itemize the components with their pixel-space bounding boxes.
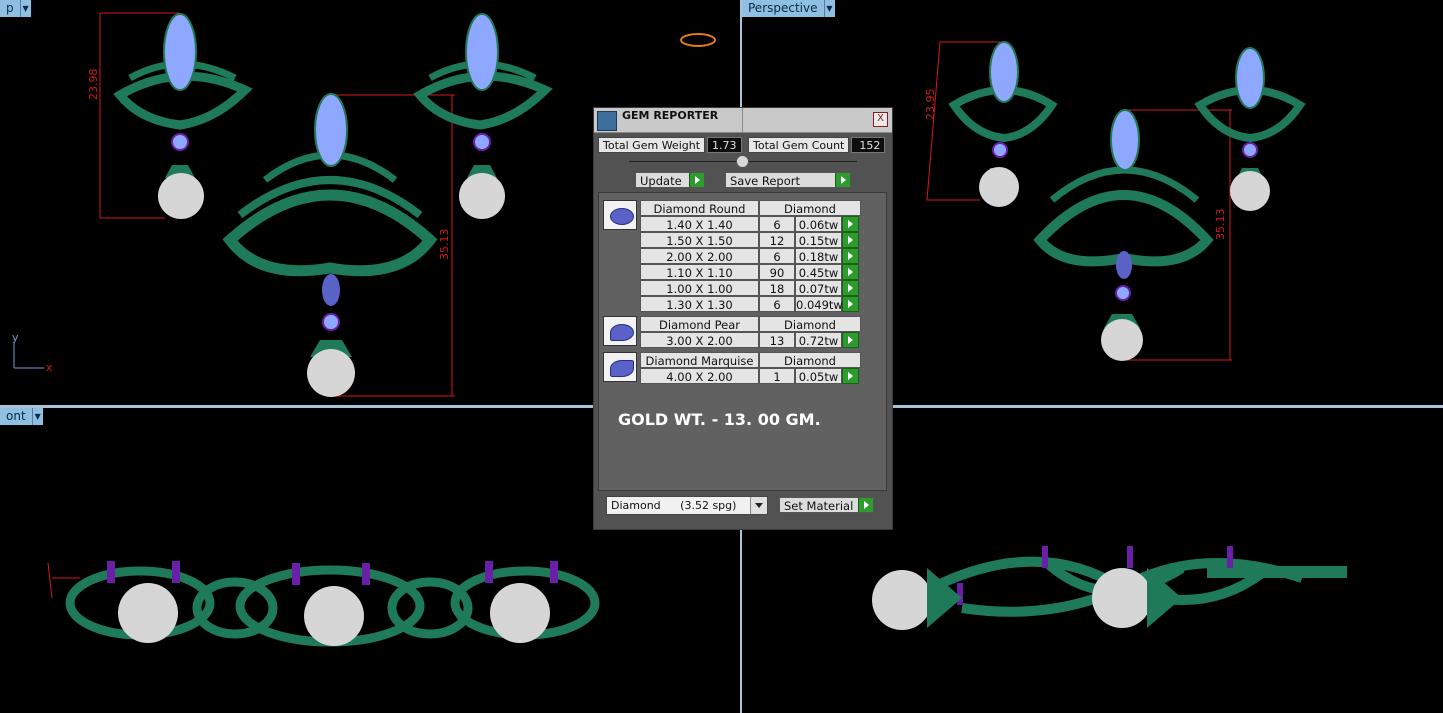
gem-size: 4.00 X 2.00 [640, 368, 759, 384]
play-icon [689, 173, 704, 187]
dim-label-center: 35.13 [438, 229, 451, 261]
chevron-down-icon[interactable] [750, 497, 767, 514]
viewport-label: Perspective [742, 0, 824, 17]
svg-text:23.98: 23.98 [87, 69, 100, 101]
chevron-down-icon[interactable]: ▼ [19, 0, 31, 17]
update-button[interactable]: Update [635, 172, 705, 188]
gem-size: 1.40 X 1.40 [640, 216, 759, 232]
gem-material: Diamond [759, 316, 861, 332]
panel-title: GEM REPORTER [622, 108, 743, 132]
gem-count: 90 [759, 264, 795, 280]
gem-reporter-panel: GEM REPORTER X Total Gem Weight 1.73 Tot… [593, 107, 893, 530]
select-gems-button[interactable] [842, 216, 859, 232]
gem-size: 1.00 X 1.00 [640, 280, 759, 296]
material-name: Diamond [611, 499, 661, 512]
marquise-gem-icon [603, 352, 637, 382]
svg-text:35.13: 35.13 [1214, 209, 1227, 241]
gem-shape-name: Diamond Marquise [640, 352, 759, 368]
set-material-button[interactable]: Set Material [779, 497, 874, 513]
gem-weight: 0.049tw [795, 296, 843, 312]
chevron-down-icon[interactable]: ▼ [823, 0, 835, 17]
gem-row: 1.30 X 1.30 6 0.049tw [640, 296, 859, 312]
total-gem-weight-label: Total Gem Weight [598, 137, 706, 153]
select-gems-button[interactable] [842, 264, 859, 280]
gem-size: 1.50 X 1.50 [640, 232, 759, 248]
gem-reporter-titlebar[interactable]: GEM REPORTER X [594, 108, 892, 133]
gem-material: Diamond [759, 200, 861, 216]
pear-gem-icon [603, 316, 637, 346]
viewport-label: ont [0, 408, 32, 425]
gem-row: 1.10 X 1.10 90 0.45tw [640, 264, 859, 280]
gem-weight: 0.72tw [795, 332, 842, 348]
gem-count: 18 [759, 280, 795, 296]
dim-label-left: 23.95 [924, 89, 937, 121]
gem-weight: 0.07tw [795, 280, 842, 296]
set-material-button-label: Set Material [784, 499, 854, 513]
gem-size: 1.30 X 1.30 [640, 296, 759, 312]
chevron-down-icon[interactable]: ▼ [31, 408, 43, 425]
gem-weight: 0.06tw [795, 216, 842, 232]
dim-label-left: 23.98 [87, 69, 100, 101]
gem-row: 4.00 X 2.00 1 0.05tw [640, 368, 859, 384]
gem-row: 2.00 X 2.00 6 0.18tw [640, 248, 859, 264]
play-icon [858, 498, 873, 512]
gem-weight: 0.45tw [795, 264, 842, 280]
gem-reporter-body: Total Gem Weight 1.73 Total Gem Count 15… [594, 133, 892, 529]
gem-count: 1 [759, 368, 795, 384]
total-gem-count-value: 152 [851, 137, 886, 153]
select-gems-button[interactable] [842, 232, 859, 248]
axis-x-label: x [46, 361, 53, 374]
gem-size: 1.10 X 1.10 [640, 264, 759, 280]
gem-weight: 0.18tw [795, 248, 842, 264]
save-report-button-label: Save Report [730, 174, 801, 188]
save-report-button[interactable]: Save Report [725, 172, 851, 188]
dim-label-center: 35.13 [1214, 209, 1227, 241]
update-button-label: Update [640, 174, 682, 188]
material-spg: (3.52 spg) [680, 499, 737, 512]
material-select[interactable]: Diamond (3.52 spg) [606, 496, 768, 515]
gem-shape-name: Diamond Pear [640, 316, 759, 332]
svg-text:23.95: 23.95 [924, 89, 937, 121]
viewport-tab-front[interactable]: ont ▼ [0, 408, 43, 425]
gem-list[interactable]: Diamond Round Diamond 1.40 X 1.40 6 0.06… [598, 192, 887, 491]
gem-group-header: Diamond Round Diamond [640, 200, 861, 216]
viewport-label: p [0, 0, 20, 17]
gem-count: 6 [759, 216, 795, 232]
round-gem-icon [603, 200, 637, 230]
gem-size: 3.00 X 2.00 [640, 332, 759, 348]
gem-count: 6 [759, 296, 795, 312]
gem-group-header: Diamond Pear Diamond [640, 316, 861, 332]
close-icon[interactable]: X [873, 112, 888, 127]
viewport-tab-perspective[interactable]: Perspective ▼ [742, 0, 835, 17]
gem-row: 1.00 X 1.00 18 0.07tw [640, 280, 859, 296]
gem-weight: 0.15tw [795, 232, 842, 248]
gold-weight-note: GOLD WT. - 13. 00 GM. [618, 410, 821, 429]
gem-shape-name: Diamond Round [640, 200, 759, 216]
select-gems-button[interactable] [842, 368, 859, 384]
select-gems-button[interactable] [842, 296, 859, 312]
gem-row: 3.00 X 2.00 13 0.72tw [640, 332, 859, 348]
gem-row: 1.40 X 1.40 6 0.06tw [640, 216, 859, 232]
gem-weight: 0.05tw [795, 368, 842, 384]
svg-text:35.13: 35.13 [438, 229, 451, 261]
total-gem-weight-value: 1.73 [707, 137, 742, 153]
gem-row: 1.50 X 1.50 12 0.15tw [640, 232, 859, 248]
total-gem-count: Total Gem Count 152 [748, 137, 886, 153]
play-icon [835, 173, 850, 187]
axis-y-label: y [12, 331, 19, 344]
gem-count: 12 [759, 232, 795, 248]
gem-size: 2.00 X 2.00 [640, 248, 759, 264]
gem-count: 13 [759, 332, 795, 348]
gem-material: Diamond [759, 352, 861, 368]
gem-reporter-icon [597, 111, 617, 131]
select-gems-button[interactable] [842, 332, 859, 348]
select-gems-button[interactable] [842, 280, 859, 296]
gem-group-header: Diamond Marquise Diamond [640, 352, 861, 368]
gem-count: 6 [759, 248, 795, 264]
total-gem-weight: Total Gem Weight 1.73 [598, 137, 742, 153]
viewport-tab-top[interactable]: p ▼ [0, 0, 31, 17]
select-gems-button[interactable] [842, 248, 859, 264]
total-gem-count-label: Total Gem Count [748, 137, 850, 153]
splitter-handle[interactable] [736, 155, 749, 168]
